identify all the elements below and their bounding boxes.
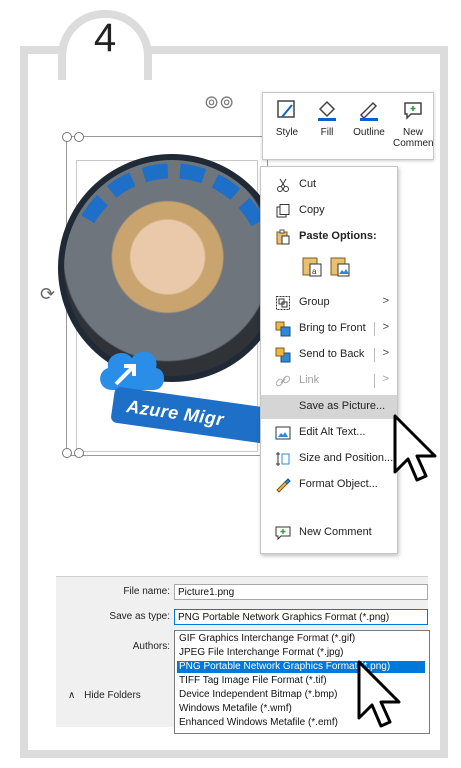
authors-label: Authors: xyxy=(132,641,170,652)
menu-item-bring-to-front[interactable]: Bring to Front > xyxy=(261,317,397,341)
send-back-icon xyxy=(275,347,291,363)
file-name-input[interactable]: Picture1.png xyxy=(174,584,428,600)
save-type-label: Save as type: xyxy=(109,611,170,622)
resize-handle[interactable] xyxy=(62,448,72,458)
hide-folders-label: Hide Folders xyxy=(84,690,141,701)
style-button[interactable]: Style xyxy=(267,99,307,138)
menu-item-label: Save as Picture... xyxy=(299,400,386,412)
menu-item-save-as-picture[interactable]: Save as Picture... xyxy=(261,395,397,419)
chevron-right-icon: > xyxy=(382,373,389,385)
bring-front-icon xyxy=(275,321,291,337)
file-name-label: File name: xyxy=(123,586,170,597)
style-label: Style xyxy=(275,127,299,138)
paste-options-row: a xyxy=(261,251,397,281)
outline-button[interactable]: Outline xyxy=(349,99,389,138)
menu-item-new-comment[interactable]: New Comment xyxy=(261,521,397,545)
chevron-right-icon[interactable]: > xyxy=(383,347,389,359)
fill-label: Fill xyxy=(320,127,334,138)
new-comment-icon xyxy=(275,526,291,541)
menu-item-label: New Comment xyxy=(299,526,372,538)
menu-item-label: Copy xyxy=(299,204,325,216)
group-icon xyxy=(276,296,290,310)
menu-item-paste-options: Paste Options: xyxy=(261,225,397,249)
resize-handle[interactable] xyxy=(62,132,72,142)
menu-item-edit-alt-text[interactable]: Edit Alt Text... xyxy=(261,421,397,445)
new-comment-toolbar-button[interactable]: New Comment xyxy=(393,99,433,149)
chevron-right-icon: > xyxy=(382,295,389,307)
paste-icon xyxy=(276,229,290,245)
paste-as-picture-icon[interactable] xyxy=(329,255,351,277)
menu-item-label: Format Object... xyxy=(299,478,378,490)
context-menu: Cut Copy Paste Options: a Group > Bring … xyxy=(260,166,398,554)
mouse-pointer-icon xyxy=(357,660,401,728)
mini-toolbar: Style Fill Outline New Comment xyxy=(262,92,434,160)
copy-icon xyxy=(276,204,290,218)
format-object-icon xyxy=(276,478,291,493)
menu-item-label: Size and Position... xyxy=(299,452,394,464)
resize-handle[interactable] xyxy=(74,132,84,142)
rotate-handle-icon[interactable]: ⟳ xyxy=(40,284,55,305)
menu-item-label: Paste Options: xyxy=(299,230,377,242)
menu-item-label: Link xyxy=(299,374,320,386)
hide-folders-toggle[interactable]: ∧ Hide Folders xyxy=(68,690,141,701)
menu-item-label: Bring to Front xyxy=(299,322,366,334)
split-separator xyxy=(374,348,375,362)
photo-ring xyxy=(58,154,286,382)
link-icon xyxy=(275,375,291,387)
split-separator xyxy=(374,322,375,336)
resize-handle[interactable] xyxy=(74,448,84,458)
list-item[interactable]: GIF Graphics Interchange Format (*.gif) xyxy=(177,633,425,645)
azure-cloud-icon xyxy=(100,351,165,390)
outline-label: Outline xyxy=(353,127,385,138)
outline-pen-icon xyxy=(359,101,378,121)
save-type-select[interactable]: PNG Portable Network Graphics Format (*.… xyxy=(174,609,428,625)
scissors-icon xyxy=(277,178,289,192)
style-icon xyxy=(277,100,295,118)
svg-text:a: a xyxy=(312,267,317,276)
menu-item-label: Cut xyxy=(299,178,317,190)
paste-keep-source-icon[interactable]: a xyxy=(301,255,323,277)
step-number: 4 xyxy=(93,16,117,60)
new-comment-icon xyxy=(404,102,422,120)
fill-bucket-icon xyxy=(318,100,336,121)
menu-item-label: Send to Back xyxy=(299,348,365,360)
menu-item-size-and-position[interactable]: Size and Position... xyxy=(261,447,397,471)
menu-item-cut[interactable]: Cut xyxy=(261,173,397,197)
chevron-right-icon[interactable]: > xyxy=(383,321,389,333)
size-position-icon xyxy=(276,452,290,466)
split-separator xyxy=(374,374,375,388)
new-comment-label: New Comment xyxy=(393,127,434,149)
menu-item-send-to-back[interactable]: Send to Back > xyxy=(261,343,397,367)
linked-rotate-icon: ⊚⊚ xyxy=(204,92,235,112)
menu-item-copy[interactable]: Copy xyxy=(261,199,397,223)
chevron-up-icon: ∧ xyxy=(68,690,76,701)
fill-button[interactable]: Fill xyxy=(307,99,347,138)
list-item[interactable]: JPEG File Interchange Format (*.jpg) xyxy=(177,647,425,659)
alt-text-icon xyxy=(275,426,291,440)
menu-item-group[interactable]: Group > xyxy=(261,291,397,315)
menu-item-link: Link > xyxy=(261,369,397,393)
menu-item-label: Group xyxy=(299,296,330,308)
mouse-pointer-icon xyxy=(393,414,437,482)
menu-item-format-object[interactable]: Format Object... xyxy=(261,473,397,497)
menu-item-label: Edit Alt Text... xyxy=(299,426,366,438)
